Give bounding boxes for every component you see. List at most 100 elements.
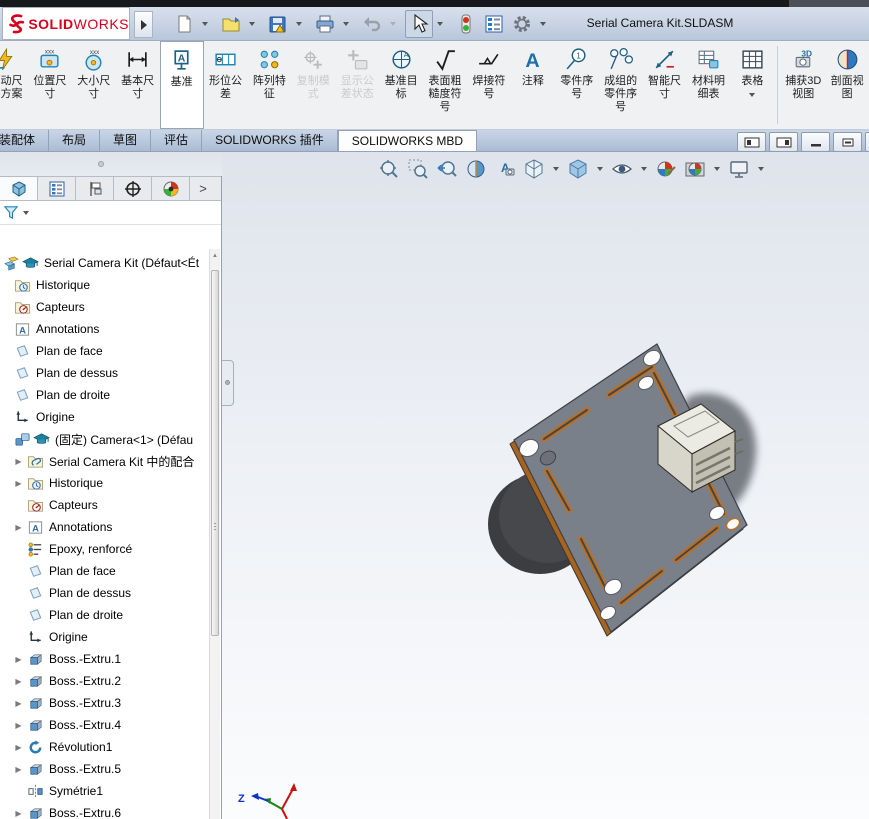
tab-dimxpertmanager[interactable]: [114, 177, 152, 200]
tree-item-annotations[interactable]: Annotations: [0, 318, 210, 340]
tab-solidworks-addins[interactable]: SOLIDWORKS 插件: [202, 130, 338, 151]
reference-triad: Z: [238, 783, 297, 819]
tree-item-boss-extrude-6[interactable]: Boss.-Extru.6: [0, 802, 210, 819]
ribbon-bill-of-materials[interactable]: 材料明细表: [687, 41, 731, 129]
ribbon-datum-target[interactable]: 基准目标: [379, 41, 423, 129]
collapse-pane-right-button[interactable]: [769, 132, 798, 152]
tree-item-camera-component[interactable]: (固定) Camera<1> (Défau: [0, 428, 210, 450]
expand-panel-button[interactable]: >: [190, 177, 216, 200]
tree-item-origin-2[interactable]: Origine: [0, 626, 210, 648]
restore-button[interactable]: [833, 132, 862, 152]
new-document-button[interactable]: [170, 10, 198, 38]
select-cursor-button[interactable]: [405, 10, 433, 38]
tree-item-assembly-root[interactable]: Serial Camera Kit (Défaut<Ét: [0, 252, 210, 274]
ribbon-note[interactable]: 注释: [511, 41, 555, 129]
tree-item-top-plane[interactable]: Plan de dessus: [0, 362, 210, 384]
tree-item-front-plane[interactable]: Plan de face: [0, 340, 210, 362]
tree-item-history[interactable]: Historique: [0, 274, 210, 296]
filter-funnel-icon[interactable]: [3, 204, 20, 221]
filter-dropdown-icon[interactable]: [23, 210, 29, 215]
ribbon-auto-balloon[interactable]: 成组的零件序号: [599, 41, 643, 129]
ribbon-smart-dimension[interactable]: 智能尺寸: [643, 41, 687, 129]
camera-kit-3d-model[interactable]: [222, 152, 869, 819]
new-document-dropdown[interactable]: [198, 11, 212, 37]
ribbon-datum[interactable]: 基准: [159, 41, 204, 129]
interference-lights-button[interactable]: [452, 10, 480, 38]
ribbon-section-view[interactable]: 剖面视图: [825, 41, 869, 129]
ribbon-capture-3d-view[interactable]: 捕获3D视图: [781, 41, 825, 129]
scrollbar-thumb[interactable]: [211, 270, 219, 636]
close-button-partial[interactable]: [865, 132, 869, 152]
tree-item-top-plane-2[interactable]: Plan de dessus: [0, 582, 210, 604]
expand-arrow-icon[interactable]: [11, 457, 26, 466]
tree-item-mates-folder[interactable]: Serial Camera Kit 中的配合: [0, 450, 210, 472]
open-document-dropdown[interactable]: [245, 11, 259, 37]
tab-sketch[interactable]: 草图: [100, 130, 152, 151]
scrollbar-up-arrow-icon[interactable]: [210, 249, 220, 262]
tab-propertymanager[interactable]: [38, 177, 76, 200]
menu-flyout-button[interactable]: [134, 11, 153, 38]
expand-arrow-icon[interactable]: [11, 655, 26, 664]
tree-item-sensors-2[interactable]: Capteurs: [0, 494, 210, 516]
ribbon-balloon[interactable]: 零件序号: [555, 41, 599, 129]
panel-collapse-dot[interactable]: [98, 161, 104, 167]
ribbon-geometric-tolerance[interactable]: 形位公差: [204, 41, 248, 129]
open-document-button[interactable]: [217, 10, 245, 38]
tree-item-symmetry-1[interactable]: Symétrie1: [0, 780, 210, 802]
print-button[interactable]: [311, 10, 339, 38]
tab-assembly[interactable]: 装配体: [0, 130, 50, 151]
print-dropdown[interactable]: [339, 11, 353, 37]
tree-item-boss-extrude-4[interactable]: Boss.-Extru.4: [0, 714, 210, 736]
tree-item-material[interactable]: Epoxy, renforcé: [0, 538, 210, 560]
tree-item-annotations-2[interactable]: Annotations: [0, 516, 210, 538]
tree-item-front-plane-2[interactable]: Plan de face: [0, 560, 210, 582]
ribbon-weld-symbol[interactable]: 焊接符号: [467, 41, 511, 129]
tab-featuremanager-tree[interactable]: [0, 177, 38, 200]
ribbon-basic-dimension[interactable]: 基本尺寸: [116, 41, 160, 129]
expand-arrow-icon[interactable]: [11, 699, 26, 708]
expand-arrow-icon[interactable]: [11, 765, 26, 774]
feature-tree: Serial Camera Kit (Défaut<Ét Historique …: [0, 249, 210, 819]
expand-arrow-icon[interactable]: [11, 523, 26, 532]
ribbon-auto-dimension-scheme[interactable]: 自动尺寸方案: [0, 41, 28, 129]
tree-item-sensors[interactable]: Capteurs: [0, 296, 210, 318]
expand-arrow-icon[interactable]: [11, 809, 26, 818]
tree-item-boss-extrude-2[interactable]: Boss.-Extru.2: [0, 670, 210, 692]
ribbon-tables[interactable]: 表格: [730, 41, 774, 129]
ribbon-surface-finish[interactable]: 表面粗糙度符号: [423, 41, 467, 129]
expand-arrow-icon[interactable]: [11, 743, 26, 752]
save-dropdown[interactable]: [292, 11, 306, 37]
ribbon-location-dimension[interactable]: 位置尺寸: [28, 41, 72, 129]
tab-evaluate[interactable]: 评估: [151, 130, 203, 151]
save-button[interactable]: [264, 10, 292, 38]
tree-item-right-plane[interactable]: Plan de droite: [0, 384, 210, 406]
minimize-button[interactable]: [801, 132, 830, 152]
quick-access-toolbar: [170, 10, 555, 38]
tree-item-boss-extrude-5[interactable]: Boss.-Extru.5: [0, 758, 210, 780]
solidworks-logo: SOLIDWORKS: [2, 7, 130, 40]
undo-dropdown[interactable]: [386, 11, 400, 37]
tree-item-right-plane-2[interactable]: Plan de droite: [0, 604, 210, 626]
tree-item-origin[interactable]: Origine: [0, 406, 210, 428]
tab-displaymanager[interactable]: [152, 177, 190, 200]
tab-layout[interactable]: 布局: [49, 130, 101, 151]
tab-solidworks-mbd[interactable]: SOLIDWORKS MBD: [337, 130, 478, 151]
tables-dropdown-icon[interactable]: [749, 92, 756, 97]
tree-item-boss-extrude-3[interactable]: Boss.-Extru.3: [0, 692, 210, 714]
tree-item-history-2[interactable]: Historique: [0, 472, 210, 494]
display-pane-button[interactable]: [480, 10, 508, 38]
ribbon-size-dimension[interactable]: 大小尺寸: [72, 41, 116, 129]
undo-button[interactable]: [358, 10, 386, 38]
select-dropdown[interactable]: [433, 11, 447, 37]
expand-arrow-icon[interactable]: [11, 479, 26, 488]
ribbon-pattern-feature[interactable]: 阵列特征: [247, 41, 291, 129]
panel-splitter-handle[interactable]: [222, 360, 234, 406]
tree-item-boss-extrude-1[interactable]: Boss.-Extru.1: [0, 648, 210, 670]
expand-arrow-icon[interactable]: [11, 721, 26, 730]
tree-item-revolution-1[interactable]: Révolution1: [0, 736, 210, 758]
expand-arrow-icon[interactable]: [11, 677, 26, 686]
graphics-viewport[interactable]: Z: [222, 152, 869, 819]
tab-configurationmanager[interactable]: [76, 177, 114, 200]
collapse-pane-left-button[interactable]: [737, 132, 766, 152]
tree-scrollbar[interactable]: [209, 249, 220, 819]
